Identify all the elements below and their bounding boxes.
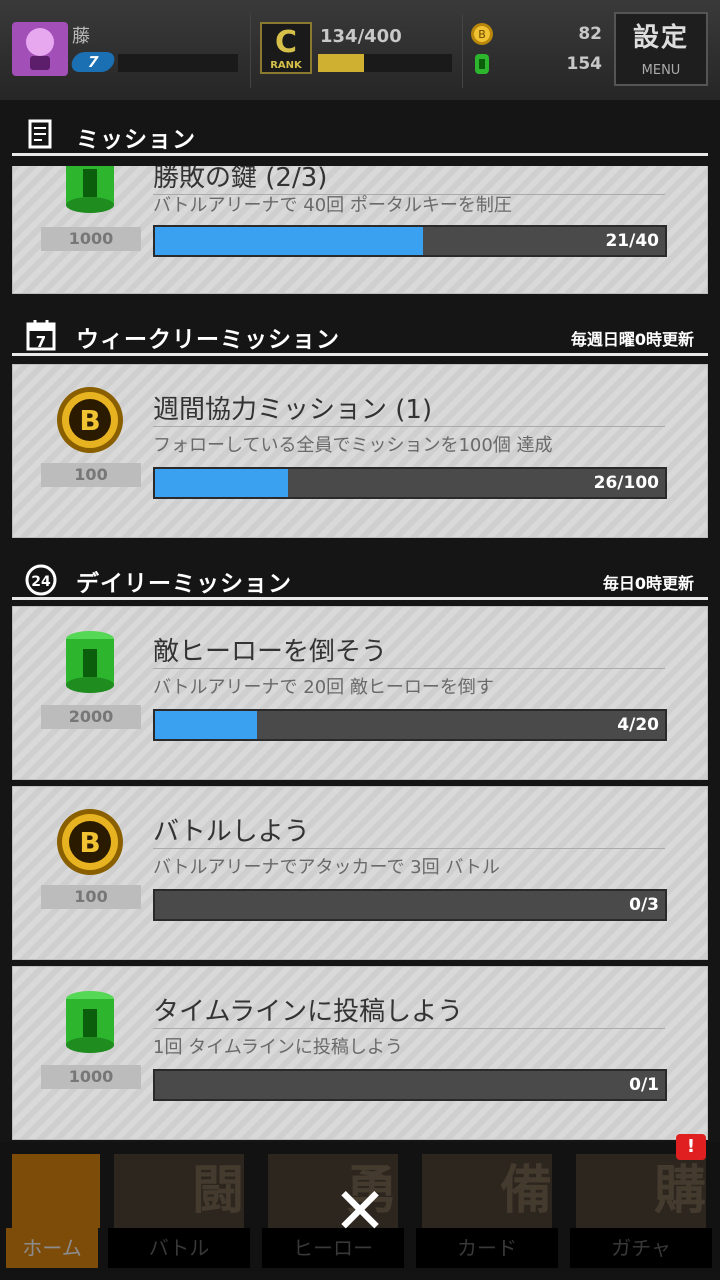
progress-fill: [155, 227, 423, 255]
level-badge: 7: [69, 52, 117, 72]
svg-text:7: 7: [36, 333, 46, 351]
weekly-title: ウィークリーミッション: [76, 327, 340, 353]
progress-count: 26/100: [593, 473, 659, 493]
home-return-icon: [12, 1154, 100, 1228]
status-bar: 藤 7 C RANK 134/400 B 82 154 設定 MENU: [0, 0, 720, 100]
reward-amount: 100: [41, 885, 141, 909]
mission-title: バトルしよう: [153, 811, 665, 849]
mission-description: バトルアリーナで 40回 ポータルキーを制圧: [153, 195, 512, 216]
mission-panel-header: ミッション: [12, 112, 708, 156]
nav-gacha[interactable]: 購 ガチャ: [566, 1144, 716, 1276]
nav-label: ホーム: [6, 1228, 98, 1268]
stamina-fill: [318, 54, 364, 72]
progress-count: 0/3: [629, 895, 659, 915]
gold-coin-icon: B: [471, 23, 493, 45]
mission-description: バトルアリーナでアタッカーで 3回 バトル: [153, 857, 500, 878]
mission-progress-bar: 21/40: [153, 225, 667, 257]
mission-progress-bar: 0/3: [153, 889, 667, 921]
mission-card[interactable]: 1000 タイムラインに投稿しよう 1回 タイムラインに投稿しよう 0/1: [12, 966, 708, 1140]
green-can-icon: [66, 631, 114, 693]
svg-text:B: B: [79, 404, 100, 437]
nav-label: ガチャ: [570, 1228, 712, 1268]
mission-card[interactable]: 2000 敵ヒーローを倒そう バトルアリーナで 20回 敵ヒーローを倒す 4/2…: [12, 606, 708, 780]
stamina-bar: [318, 54, 452, 72]
progress-count: 0/1: [629, 1075, 659, 1095]
reward-amount: 100: [41, 463, 141, 487]
mission-title: タイムラインに投稿しよう: [153, 991, 665, 1029]
mission-title: 週間協力ミッション (1): [153, 389, 665, 427]
mission-description: フォローしている全員でミッションを100個 達成: [153, 435, 553, 456]
settings-menu-button[interactable]: 設定 MENU: [614, 12, 708, 86]
weekly-refresh-note: 毎週日曜0時更新: [570, 330, 694, 349]
player-name: 藤: [72, 26, 90, 47]
mission-progress-bar: 0/1: [153, 1069, 667, 1101]
daily-mission-header: 24 デイリーミッション 毎日0時更新: [12, 556, 708, 600]
mission-title: 敵ヒーローを倒そう: [153, 631, 665, 669]
document-icon: [28, 119, 52, 149]
green-can-icon: [66, 991, 114, 1053]
green-coin-counter: 154: [470, 52, 606, 76]
mission-progress-bar: 4/20: [153, 709, 667, 741]
mission-progress-bar: 26/100: [153, 467, 667, 499]
weekly-mission-header: 7 ウィークリーミッション 毎週日曜0時更新: [12, 312, 708, 356]
reward-amount: 1000: [41, 227, 141, 251]
progress-fill: [155, 469, 288, 497]
nav-label: バトル: [108, 1228, 250, 1268]
progress-fill: [155, 711, 257, 739]
reward-amount: 2000: [41, 705, 141, 729]
progress-count: 21/40: [605, 231, 659, 251]
daily-title: デイリーミッション: [76, 571, 292, 597]
notification-badge: !: [676, 1134, 706, 1160]
exp-bar: [118, 54, 238, 72]
nav-card[interactable]: 備 カード: [412, 1144, 562, 1276]
gold-coin-counter: B 82: [470, 22, 606, 46]
stamina-count: 134/400: [320, 26, 402, 47]
mission-title: 勝敗の鍵 (2/3): [153, 166, 665, 195]
close-button[interactable]: ✕: [328, 1180, 392, 1244]
calendar-icon: 7: [26, 320, 56, 351]
reward-amount: 1000: [41, 1065, 141, 1089]
nav-label: カード: [416, 1228, 558, 1268]
green-can-icon: [475, 54, 489, 74]
gold-coin-icon: B: [57, 809, 123, 875]
rank-icon: C RANK: [260, 22, 312, 74]
clock-24-icon: 24: [25, 564, 57, 596]
mission-description: バトルアリーナで 20回 敵ヒーローを倒す: [153, 677, 494, 698]
avatar[interactable]: [12, 22, 68, 76]
svg-text:B: B: [478, 28, 486, 41]
daily-refresh-note: 毎日0時更新: [602, 574, 694, 593]
mission-card[interactable]: B 100 週間協力ミッション (1) フォローしている全員でミッションを100…: [12, 364, 708, 538]
nav-battle[interactable]: 闘 バトル: [104, 1144, 254, 1276]
mission-description: 1回 タイムラインに投稿しよう: [153, 1037, 403, 1058]
panel-title: ミッション: [76, 127, 196, 153]
green-can-icon: [66, 166, 114, 213]
gold-coin-icon: B: [57, 387, 123, 453]
progress-count: 4/20: [617, 715, 659, 735]
svg-text:B: B: [79, 826, 100, 859]
mission-card[interactable]: B 100 バトルしよう バトルアリーナでアタッカーで 3回 バトル 0/3: [12, 786, 708, 960]
svg-text:24: 24: [31, 574, 51, 590]
